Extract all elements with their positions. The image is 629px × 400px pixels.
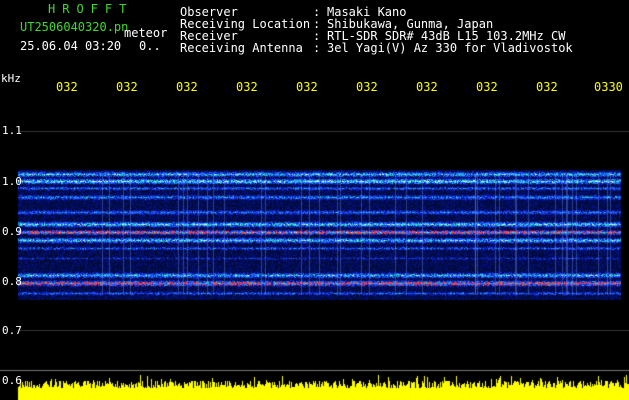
time-tick: 0330 <box>594 80 623 94</box>
frequency-label: 0.6 <box>2 374 22 387</box>
time-tick: 032 <box>356 80 378 94</box>
meteor-label: meteor <box>124 26 168 40</box>
meteor-count: 0.. <box>139 39 161 53</box>
frequency-label: 1.1 <box>2 124 22 137</box>
frequency-unit-label: kHz <box>1 72 21 85</box>
time-tick: 032 <box>296 80 318 94</box>
time-tick: 032 <box>416 80 438 94</box>
info-value-antenna: 3el Yagi(V) Az 330 for Vladivostok <box>327 41 573 55</box>
program-title: HROFFT <box>48 2 134 16</box>
observation-datetime: 25.06.04 03:20 <box>20 39 122 53</box>
file-name: UT2506040320.pn <box>20 20 129 34</box>
time-tick: 032 <box>536 80 558 94</box>
time-tick: 032 <box>56 80 78 94</box>
time-tick: 032 <box>236 80 258 94</box>
time-tick: 032 <box>116 80 138 94</box>
frequency-label: 0.7 <box>2 324 22 337</box>
frequency-label: 1.0 <box>2 175 22 188</box>
time-tick: 032 <box>476 80 498 94</box>
info-colon: : <box>313 41 321 55</box>
time-tick: 032 <box>176 80 198 94</box>
spectrogram-display <box>0 0 629 400</box>
frequency-label: 0.8 <box>2 275 22 288</box>
info-label-antenna: Receiving Antenna <box>180 41 303 55</box>
frequency-label: 0.9 <box>2 225 22 238</box>
